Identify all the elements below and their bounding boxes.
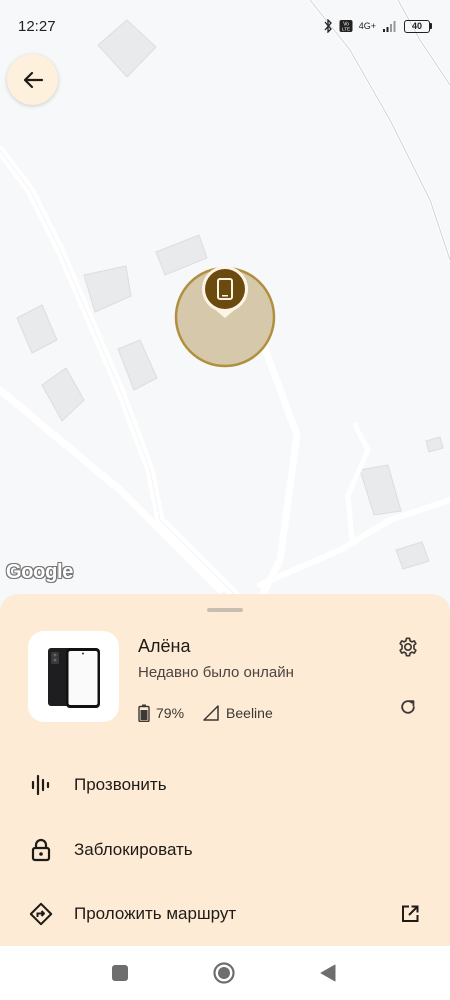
phone-image xyxy=(47,647,100,708)
back-nav-button[interactable] xyxy=(316,961,340,985)
sound-icon xyxy=(26,770,56,800)
battery-info: 79% xyxy=(138,704,184,722)
device-image-card xyxy=(28,631,119,722)
status-time: 12:27 xyxy=(18,17,56,35)
battery-level: 40 xyxy=(404,19,430,33)
drag-handle[interactable] xyxy=(207,608,243,612)
get-directions-label: Проложить маршрут xyxy=(74,904,237,923)
back-button[interactable] xyxy=(7,54,58,105)
google-attribution: Google xyxy=(6,561,74,583)
svg-text:LTE: LTE xyxy=(342,27,350,32)
device-meta: 79% Beeline xyxy=(138,704,291,722)
battery-icon xyxy=(138,704,150,722)
refresh-button[interactable] xyxy=(390,689,426,725)
battery-indicator: 40 xyxy=(404,19,432,33)
lock-device-label: Заблокировать xyxy=(74,840,193,859)
battery-percentage: 79% xyxy=(156,705,185,721)
carrier-name: Beeline xyxy=(226,705,273,721)
map-view[interactable] xyxy=(0,0,450,600)
volte-icon: VoLTE xyxy=(339,20,353,32)
home-button[interactable] xyxy=(212,961,236,985)
device-settings-button[interactable] xyxy=(390,629,426,665)
arrow-back-icon xyxy=(23,71,43,88)
device-name: Алёна xyxy=(138,636,191,656)
gear-icon xyxy=(399,637,417,657)
triangle-back-icon xyxy=(320,964,336,982)
device-bottom-sheet: Алёна Недавно было онлайн 79% Beeline Пр… xyxy=(0,594,450,946)
square-icon xyxy=(112,965,128,981)
network-type: 4G+ xyxy=(358,21,376,31)
lock-device-action[interactable]: Заблокировать xyxy=(0,820,450,880)
play-sound-action[interactable]: Прозвонить xyxy=(0,755,450,815)
lock-icon xyxy=(26,835,56,865)
status-bar: 12:27 Vo LTE 4G+ 40 xyxy=(0,0,450,52)
home-circle-icon xyxy=(213,962,235,984)
recents-button[interactable] xyxy=(108,961,132,985)
map-canvas xyxy=(0,0,450,600)
get-directions-action[interactable]: Проложить маршрут xyxy=(0,884,450,944)
cell-signal-icon xyxy=(203,705,219,721)
signal-icon xyxy=(383,21,396,32)
open-external-icon[interactable] xyxy=(398,902,422,926)
refresh-icon xyxy=(401,700,415,714)
device-status: Недавно было онлайн xyxy=(138,664,294,681)
directions-icon xyxy=(26,899,56,929)
status-icons: Vo LTE 4G+ 40 xyxy=(323,19,432,33)
carrier-info: Beeline xyxy=(202,705,273,721)
bluetooth-icon xyxy=(324,19,332,33)
play-sound-label: Прозвонить xyxy=(74,775,167,794)
system-nav-bar xyxy=(0,946,450,1000)
